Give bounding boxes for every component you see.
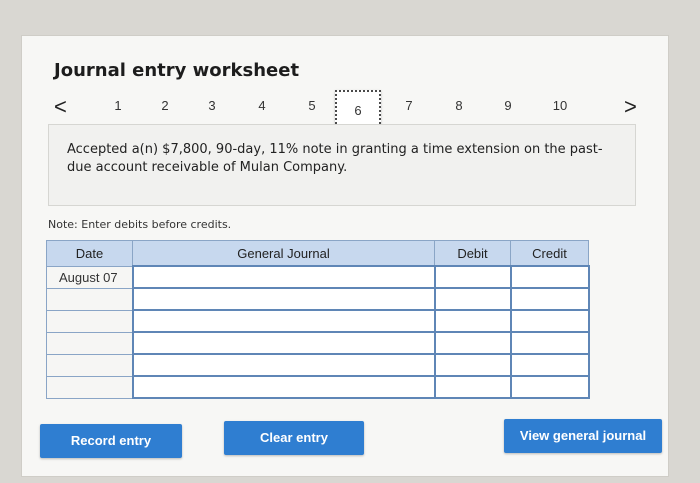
page-1[interactable]: 1 [108,98,128,113]
date-cell [46,353,133,377]
account-input[interactable] [131,309,436,333]
date-cell [46,287,133,311]
date-cell: August 07 [46,265,133,289]
page-7[interactable]: 7 [399,98,419,113]
table-row [46,309,590,333]
credit-input[interactable] [509,287,590,311]
debit-input[interactable] [433,375,512,399]
view-general-journal-button[interactable]: View general journal [504,419,662,453]
credit-input[interactable] [509,309,590,333]
journal-table: Date General Journal Debit Credit August… [46,240,590,399]
transaction-description: Accepted a(n) $7,800, 90-day, 11% note i… [48,124,636,206]
account-input[interactable] [131,287,436,311]
page-8[interactable]: 8 [449,98,469,113]
table-row [46,287,590,311]
date-cell [46,331,133,355]
credit-input[interactable] [509,265,590,289]
credit-column-header: Credit [510,240,589,267]
page-5[interactable]: 5 [302,98,322,113]
page-3[interactable]: 3 [202,98,222,113]
account-input[interactable] [131,265,436,289]
debit-input[interactable] [433,331,512,355]
chevron-right-icon[interactable]: > [624,96,637,118]
general-journal-column-header: General Journal [132,240,435,267]
debit-input[interactable] [433,287,512,311]
account-input[interactable] [131,353,436,377]
table-row [46,353,590,377]
date-column-header: Date [46,240,133,267]
account-input[interactable] [131,331,436,355]
page-2[interactable]: 2 [155,98,175,113]
chevron-left-icon[interactable]: < [54,96,67,118]
debit-column-header: Debit [434,240,511,267]
account-input[interactable] [131,375,436,399]
instruction-note: Note: Enter debits before credits. [48,218,232,231]
debit-input[interactable] [433,353,512,377]
clear-entry-button[interactable]: Clear entry [224,421,364,455]
table-row [46,375,590,399]
table-row: August 07 [46,265,590,289]
record-entry-button[interactable]: Record entry [40,424,182,458]
worksheet-title: Journal entry worksheet [54,60,300,81]
table-header-row: Date General Journal Debit Credit [46,240,589,267]
page-6-active[interactable]: 6 [335,90,381,128]
page-10[interactable]: 10 [546,98,574,113]
credit-input[interactable] [509,353,590,377]
credit-input[interactable] [509,331,590,355]
date-cell [46,375,133,399]
credit-input[interactable] [509,375,590,399]
date-cell [46,309,133,333]
journal-entry-worksheet: Journal entry worksheet < 1 2 3 4 5 6 7 … [22,36,668,476]
debit-input[interactable] [433,309,512,333]
page-4[interactable]: 4 [252,98,272,113]
table-row [46,331,590,355]
debit-input[interactable] [433,265,512,289]
page-9[interactable]: 9 [498,98,518,113]
